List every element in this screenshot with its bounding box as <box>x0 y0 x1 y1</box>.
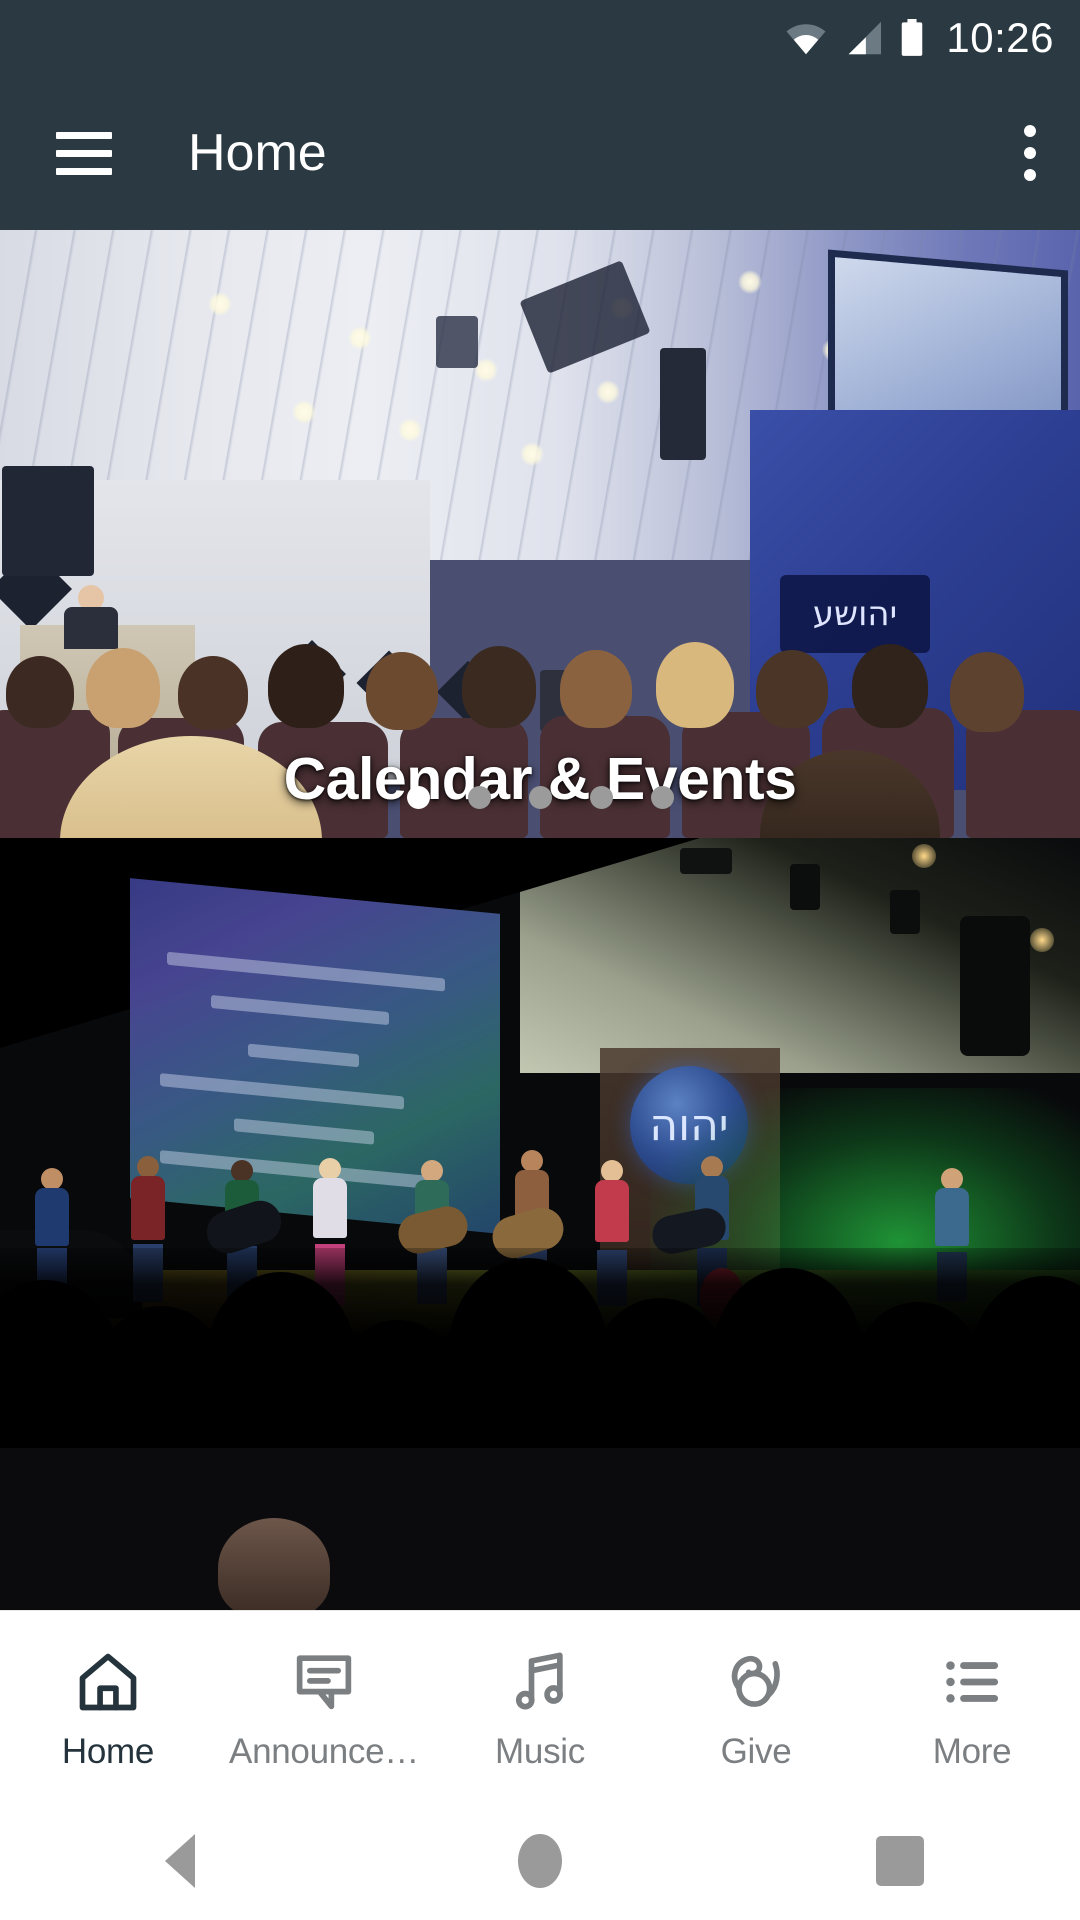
card-below-fold[interactable] <box>0 1448 1080 1610</box>
battery-full-icon <box>898 19 926 57</box>
nav-label: Give <box>720 1731 792 1771</box>
card-sabbath-service-live[interactable]: יהוה <box>0 838 1080 1448</box>
carousel-dot-2[interactable] <box>467 786 491 809</box>
nav-label: Home <box>61 1731 155 1771</box>
nav-label: Music <box>495 1731 585 1771</box>
cellular-signal-icon <box>842 20 884 56</box>
android-recents-button[interactable] <box>800 1802 1000 1920</box>
recents-square-icon <box>876 1836 924 1886</box>
android-home-button[interactable] <box>440 1802 640 1920</box>
nav-item-give[interactable]: Give <box>648 1642 864 1772</box>
list-more-icon <box>937 1642 1007 1716</box>
home-icon <box>73 1642 143 1716</box>
carousel-card-calendar-events[interactable]: יהושע Calendar & Events <box>0 230 1080 838</box>
announcement-icon <box>289 1642 359 1716</box>
wifi-icon <box>784 20 828 56</box>
status-bar: 10:26 <box>0 0 1080 76</box>
nav-label: Announce… <box>229 1731 419 1771</box>
android-system-navigation-bar <box>0 1802 1080 1920</box>
carousel-dot-3[interactable] <box>528 786 552 809</box>
home-circle-icon <box>518 1834 562 1888</box>
back-triangle-icon <box>165 1834 195 1888</box>
carousel-dot-4[interactable] <box>589 786 613 809</box>
page-title: Home <box>188 124 327 182</box>
app-bar: Home <box>0 76 1080 230</box>
nav-item-music[interactable]: Music <box>432 1642 648 1772</box>
carousel-dot-1[interactable] <box>406 786 430 809</box>
nav-item-announcements[interactable]: Announce… <box>216 1642 432 1772</box>
music-note-icon <box>505 1642 575 1716</box>
give-hand-icon <box>721 1642 791 1716</box>
worship-service-photo: יהוה <box>0 838 1080 1448</box>
bottom-navigation-bar: Home Announce… Music Give More <box>0 1610 1080 1802</box>
hamburger-menu-icon[interactable] <box>56 131 112 175</box>
nav-label: More <box>932 1731 1012 1771</box>
nav-item-home[interactable]: Home <box>0 1642 216 1772</box>
nav-item-more[interactable]: More <box>864 1642 1080 1772</box>
dark-photo <box>0 1448 1080 1610</box>
home-feed-scroll[interactable]: יהושע Calendar & Events <box>0 230 1080 1610</box>
overflow-menu-icon[interactable] <box>1024 125 1036 181</box>
carousel-dot-5[interactable] <box>650 786 674 809</box>
status-bar-clock: 10:26 <box>946 14 1054 61</box>
carousel-page-indicator <box>0 786 1080 809</box>
android-back-button[interactable] <box>80 1802 280 1920</box>
phone-screen: 10:26 Home יהושע Calendar & Events Home … <box>0 0 1080 1920</box>
